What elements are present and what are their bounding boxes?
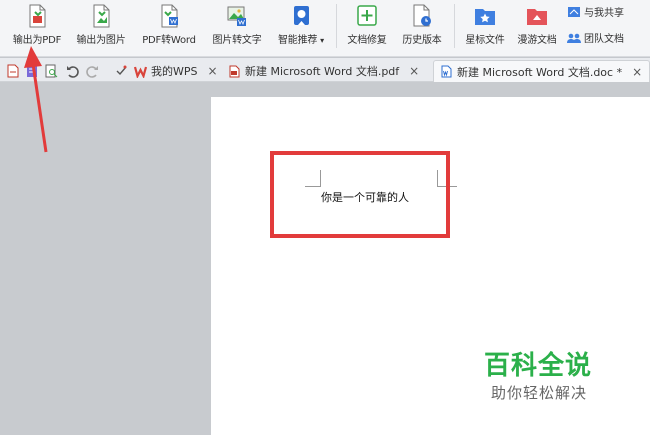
undo-icon[interactable] xyxy=(65,63,79,78)
print-preview-icon[interactable] xyxy=(44,63,58,78)
word-file-icon xyxy=(440,65,453,78)
export-image-label: 输出为图片 xyxy=(76,35,126,46)
doc-repair-button[interactable]: 文档修复 xyxy=(342,0,392,52)
close-icon[interactable]: × xyxy=(409,64,419,78)
redo-icon[interactable] xyxy=(86,63,100,78)
history-version-button[interactable]: 历史版本 xyxy=(396,0,448,52)
tab-label: 我的WPS xyxy=(151,65,198,78)
ribbon-toolbar: 输出为PDF 输出为图片 PDF转Word 图片转文字 智能推荐 ▾ 文档修复 xyxy=(0,0,650,57)
star-file-button[interactable]: 星标文件 xyxy=(459,0,511,52)
chevron-down-icon: ▾ xyxy=(320,36,324,45)
star-file-icon xyxy=(472,3,498,29)
team-doc-label: 团队文档 xyxy=(584,34,624,45)
team-doc-button[interactable]: 团队文档 xyxy=(567,30,624,45)
tab-my-wps[interactable]: 我的WPS × xyxy=(128,60,218,82)
share-icon xyxy=(567,6,581,18)
tab-bar: 我的WPS × 新建 Microsoft Word 文档.pdf × 新建 Mi… xyxy=(0,58,650,82)
highlight-box xyxy=(270,151,450,238)
export-pdf-button[interactable]: 输出为PDF xyxy=(7,0,67,52)
ribbon-separator xyxy=(336,4,337,48)
new-doc-icon[interactable] xyxy=(25,63,39,77)
pdf-to-word-icon xyxy=(156,3,182,29)
doc-repair-label: 文档修复 xyxy=(347,35,387,46)
shared-with-me-button[interactable]: 与我共享 xyxy=(567,4,624,19)
image-to-text-icon xyxy=(224,3,250,29)
doc-repair-icon xyxy=(354,3,380,29)
export-image-icon xyxy=(88,3,114,29)
pdf-to-word-button[interactable]: PDF转Word xyxy=(137,0,201,52)
close-icon[interactable]: × xyxy=(208,64,218,78)
history-version-label: 历史版本 xyxy=(402,35,442,46)
watermark-title: 百科全说 xyxy=(484,351,593,381)
history-version-icon xyxy=(409,3,435,29)
watermark-subtitle: 助你轻松解决 xyxy=(491,384,588,402)
close-icon[interactable]: × xyxy=(632,65,642,79)
customize-quick-access-icon[interactable] xyxy=(114,63,128,77)
tab-word-document[interactable]: 新建 Microsoft Word 文档.doc * × xyxy=(433,60,650,82)
shared-with-me-label: 与我共享 xyxy=(584,8,624,19)
new-pdf-icon[interactable] xyxy=(6,63,20,78)
export-pdf-label: 输出为PDF xyxy=(12,35,62,46)
star-file-label: 星标文件 xyxy=(465,35,505,46)
tab-label: 新建 Microsoft Word 文档.pdf xyxy=(245,65,400,78)
smart-recommend-icon xyxy=(288,3,314,29)
roaming-doc-icon xyxy=(524,3,550,29)
export-pdf-icon xyxy=(24,3,50,29)
roaming-doc-label: 漫游文档 xyxy=(517,35,557,46)
tab-label: 新建 Microsoft Word 文档.doc * xyxy=(457,65,623,79)
pdf-to-word-label: PDF转Word xyxy=(142,35,196,46)
roaming-doc-button[interactable]: 漫游文档 xyxy=(512,0,562,52)
image-to-text-label: 图片转文字 xyxy=(212,35,262,46)
pdf-file-icon xyxy=(228,65,241,78)
image-to-text-button[interactable]: 图片转文字 xyxy=(206,0,268,52)
wps-logo-icon xyxy=(133,65,148,79)
tab-pdf-document[interactable]: 新建 Microsoft Word 文档.pdf × xyxy=(222,60,419,82)
export-image-button[interactable]: 输出为图片 xyxy=(70,0,132,52)
smart-recommend-label: 智能推荐 ▾ xyxy=(277,35,324,46)
smart-recommend-button[interactable]: 智能推荐 ▾ xyxy=(271,0,331,52)
ribbon-separator xyxy=(454,4,455,48)
team-icon xyxy=(567,32,581,44)
